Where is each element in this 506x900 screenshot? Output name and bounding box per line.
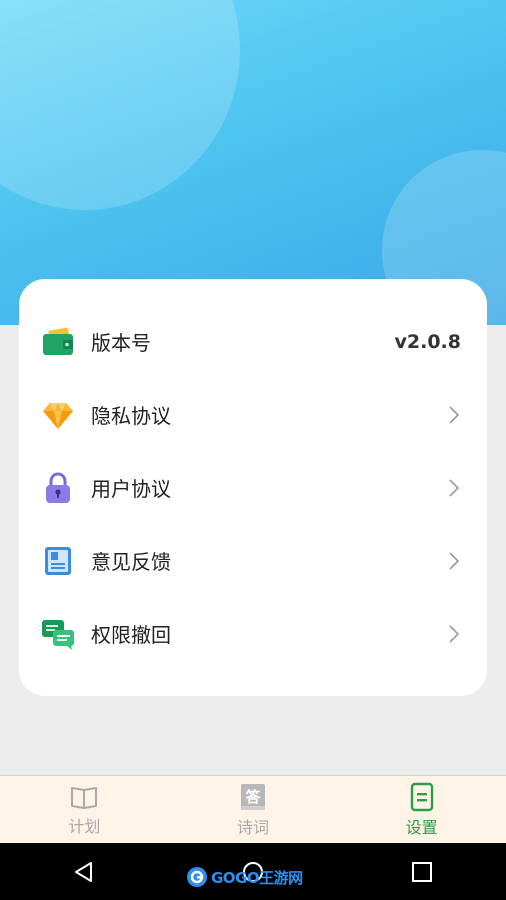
diamond-icon <box>41 398 75 432</box>
settings-item-label: 权限撤回 <box>91 623 171 647</box>
tab-label: 设置 <box>405 817 438 837</box>
watermark: GOGO王游网 <box>186 864 303 890</box>
chevron-right-icon <box>449 405 460 424</box>
chevron-right-icon <box>449 624 460 643</box>
book-open-icon <box>71 786 98 809</box>
settings-item-label: 用户协议 <box>91 477 171 501</box>
settings-item-version[interactable]: 版本号 v2.0.8 <box>19 305 487 378</box>
header-banner <box>0 0 506 325</box>
settings-card: 版本号 v2.0.8 隐私协议 用户协议 意见反馈 权限撤回 <box>19 279 487 696</box>
lock-icon <box>41 471 75 505</box>
watermark-text: GOGO王游网 <box>211 868 303 887</box>
chat-bubbles-icon <box>41 617 75 651</box>
document-icon <box>410 782 433 811</box>
back-icon[interactable] <box>72 860 96 884</box>
version-value: v2.0.8 <box>394 330 461 353</box>
tab-settings[interactable]: 设置 <box>337 776 506 843</box>
settings-item-label: 版本号 <box>91 331 151 355</box>
settings-item-feedback[interactable]: 意见反馈 <box>19 524 487 597</box>
watermark-logo-icon <box>187 867 207 887</box>
chevron-right-icon <box>449 551 460 570</box>
decorative-bubble <box>0 0 240 210</box>
settings-item-privacy[interactable]: 隐私协议 <box>19 378 487 451</box>
chevron-right-icon <box>449 478 460 497</box>
tab-plan[interactable]: 计划 <box>0 776 169 843</box>
recents-icon[interactable] <box>410 860 434 884</box>
tab-label: 计划 <box>68 816 101 836</box>
settings-item-label: 意见反馈 <box>91 550 171 574</box>
settings-item-revoke-permission[interactable]: 权限撤回 <box>19 597 487 670</box>
tab-label: 诗词 <box>237 817 270 837</box>
notebook-icon <box>41 544 75 578</box>
settings-item-user-agreement[interactable]: 用户协议 <box>19 451 487 524</box>
answer-book-icon: 答 <box>241 783 265 810</box>
bottom-tab-bar: 计划 答 诗词 设置 <box>0 775 506 843</box>
tab-poetry[interactable]: 答 诗词 <box>169 776 338 843</box>
wallet-icon <box>41 325 75 359</box>
answer-book-icon-text: 答 <box>245 788 261 806</box>
settings-item-label: 隐私协议 <box>91 404 171 428</box>
